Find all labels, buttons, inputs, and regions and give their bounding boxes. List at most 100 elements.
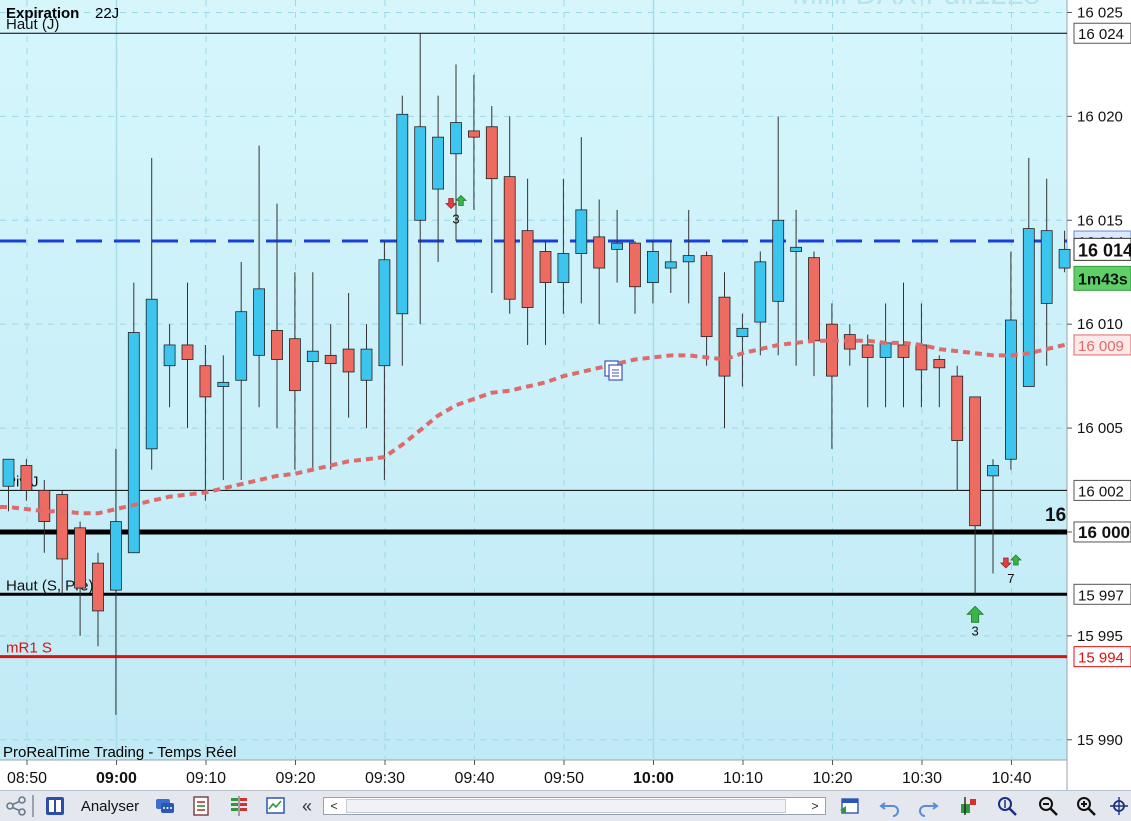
- candle-up[interactable]: [306, 350, 319, 362]
- time-tick-label: 10:40: [991, 770, 1031, 787]
- candle-up[interactable]: [611, 242, 623, 250]
- candle-down[interactable]: [74, 527, 86, 589]
- plot-area[interactable]: [0, 0, 1067, 760]
- candle-down[interactable]: [56, 494, 69, 560]
- candle-down[interactable]: [181, 344, 194, 360]
- zoom-in-icon[interactable]: [1072, 795, 1100, 817]
- redo-icon[interactable]: [914, 795, 942, 817]
- candle-down[interactable]: [897, 344, 910, 358]
- candle-down[interactable]: [718, 296, 731, 377]
- candle-down[interactable]: [808, 257, 820, 342]
- toolbar-separator: [32, 795, 34, 817]
- drawing-tools-icon[interactable]: [954, 795, 982, 817]
- candle-up[interactable]: [360, 348, 373, 381]
- candle-down[interactable]: [503, 176, 516, 300]
- zoom-fit-icon[interactable]: [992, 795, 1022, 817]
- candle-up[interactable]: [772, 219, 785, 302]
- candle-down[interactable]: [915, 344, 928, 371]
- candle-up[interactable]: [879, 342, 892, 358]
- price-tick-label: 16 020: [1077, 108, 1123, 125]
- candle-down[interactable]: [539, 251, 552, 284]
- price-tick-label: 15 990: [1077, 732, 1123, 749]
- candle-up[interactable]: [1058, 248, 1071, 269]
- share-icon[interactable]: [2, 795, 30, 817]
- time-tick-label: 09:40: [454, 770, 494, 787]
- candle-down[interactable]: [342, 348, 355, 373]
- report-icon[interactable]: [188, 795, 214, 817]
- candle-up[interactable]: [1040, 230, 1053, 304]
- chat-icon[interactable]: [152, 795, 178, 817]
- time-tick-label: 10:30: [902, 770, 942, 787]
- candle-down[interactable]: [521, 230, 534, 308]
- branding-text: ProRealTime Trading - Temps Réel: [3, 744, 236, 761]
- candle-up[interactable]: [110, 521, 122, 591]
- candle-up[interactable]: [987, 465, 999, 477]
- price-tick-label: 16 025: [1077, 4, 1123, 21]
- candle-down[interactable]: [629, 242, 641, 288]
- candle-up[interactable]: [163, 344, 176, 367]
- candle-up[interactable]: [432, 136, 445, 190]
- scroll-left-button[interactable]: <: [324, 798, 344, 814]
- candle-up[interactable]: [647, 251, 659, 284]
- candle-down[interactable]: [861, 344, 874, 358]
- candle-up[interactable]: [2, 458, 15, 487]
- candle-down[interactable]: [951, 375, 964, 441]
- candle-down[interactable]: [288, 338, 301, 392]
- candle-up[interactable]: [414, 126, 427, 221]
- annotation-count: 3: [452, 211, 459, 226]
- order-book-icon[interactable]: [226, 795, 252, 817]
- candle-up[interactable]: [217, 381, 230, 387]
- candle-down[interactable]: [593, 236, 606, 269]
- layout-panel-icon[interactable]: [40, 795, 70, 817]
- level-price-label: 16 000: [1078, 523, 1130, 542]
- zoom-out-icon[interactable]: [1034, 795, 1062, 817]
- candle-up[interactable]: [754, 261, 767, 323]
- candle-up[interactable]: [127, 332, 140, 554]
- expiration-label: Expiration: [6, 5, 79, 22]
- candle-up[interactable]: [790, 246, 802, 252]
- candle-up[interactable]: [736, 327, 749, 338]
- time-tick-label: 09:30: [365, 770, 405, 787]
- candlestick-chart[interactable]: Mini DAX Full1225 Haut (J)Piv JHaut (S, …: [0, 0, 1131, 790]
- candle-down[interactable]: [92, 562, 104, 612]
- candle-up[interactable]: [664, 261, 677, 269]
- undo-icon[interactable]: [876, 795, 904, 817]
- candle-down[interactable]: [20, 465, 33, 491]
- crosshair-icon[interactable]: [1108, 795, 1130, 817]
- candle-down[interactable]: [467, 130, 480, 138]
- collapse-toolbar-button[interactable]: «: [298, 795, 316, 817]
- candle-down[interactable]: [933, 359, 946, 369]
- current-price-label: 16 014: [1078, 240, 1131, 260]
- time-tick-label: 10:00: [633, 770, 674, 787]
- scroll-thumb[interactable]: [346, 799, 786, 813]
- calendar-icon[interactable]: [834, 795, 864, 817]
- candle-down[interactable]: [969, 396, 981, 527]
- candle-down[interactable]: [199, 365, 212, 398]
- scroll-right-button[interactable]: >: [805, 798, 825, 814]
- instrument-watermark: Mini DAX Full1225: [792, 0, 1040, 11]
- candle-up[interactable]: [682, 255, 695, 263]
- candle-down[interactable]: [826, 323, 838, 377]
- candle-down[interactable]: [271, 330, 283, 360]
- candle-up[interactable]: [1005, 319, 1017, 460]
- candle-up[interactable]: [396, 113, 409, 315]
- candle-down[interactable]: [38, 490, 51, 522]
- candle-up[interactable]: [378, 259, 391, 367]
- time-tick-label: 10:10: [723, 770, 763, 787]
- expiration-value: 22J: [95, 5, 119, 22]
- candle-up[interactable]: [145, 298, 158, 450]
- candle-up[interactable]: [450, 122, 462, 155]
- candle-up[interactable]: [235, 311, 248, 381]
- time-tick-label: 09:50: [544, 770, 584, 787]
- candle-down[interactable]: [485, 126, 498, 180]
- candle-up[interactable]: [253, 288, 266, 356]
- candle-up[interactable]: [557, 253, 570, 284]
- time-tick-label: 08:50: [7, 770, 47, 787]
- new-chart-icon[interactable]: [262, 795, 290, 817]
- time-scrollbar[interactable]: < >: [323, 797, 826, 815]
- candle-up[interactable]: [575, 209, 588, 254]
- candle-down[interactable]: [700, 255, 713, 338]
- analyser-button[interactable]: Analyser: [74, 795, 146, 817]
- candle-down[interactable]: [324, 354, 337, 365]
- candle-up[interactable]: [1022, 228, 1035, 387]
